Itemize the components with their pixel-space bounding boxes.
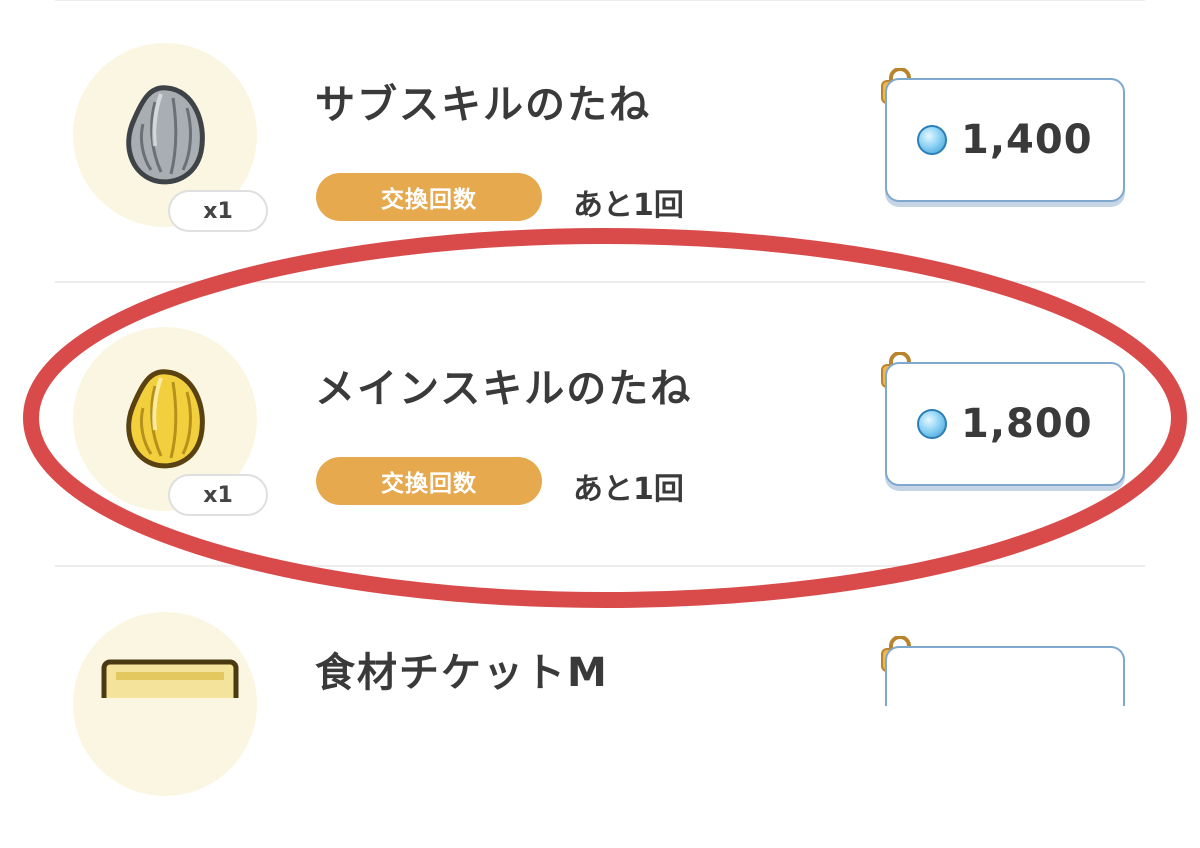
item-title: 食材チケットM [315, 650, 609, 696]
exchange-item-main-skill-seed[interactable]: x1 メインスキルのたね 交換回数 あと1回 1,800 [0, 284, 1200, 564]
divider [55, 565, 1145, 567]
exchange-count-badge: 交換回数 [316, 457, 542, 505]
quantity-badge: x1 [168, 474, 268, 516]
divider [55, 281, 1145, 283]
exchange-item-sub-skill-seed[interactable]: x1 サブスキルのたね 交換回数 あと1回 1,400 [0, 0, 1200, 280]
dream-shard-icon [917, 409, 947, 439]
dream-shard-icon [917, 125, 947, 155]
remaining-count: あと1回 [573, 188, 684, 223]
gray-seed-icon [126, 85, 205, 185]
exchange-item-ingredient-ticket-m[interactable]: 食材チケットM [0, 568, 1200, 848]
remaining-count: あと1回 [573, 472, 684, 507]
exchange-price-button[interactable]: 1,800 [885, 362, 1125, 486]
price-value: 1,400 [961, 117, 1093, 163]
exchange-item-list: x1 サブスキルのたね 交換回数 あと1回 1,400 x1 メインスキルのたね… [0, 0, 1200, 796]
exchange-count-badge: 交換回数 [316, 173, 542, 221]
quantity-badge: x1 [168, 190, 268, 232]
ticket-icon [101, 659, 239, 698]
gold-seed-icon [126, 369, 205, 469]
exchange-price-button[interactable]: 1,400 [885, 78, 1125, 202]
price-value: 1,800 [961, 401, 1093, 447]
item-title: メインスキルのたね [315, 366, 693, 412]
item-icon-background [73, 612, 257, 796]
item-title: サブスキルのたね [315, 82, 651, 128]
exchange-price-button[interactable] [885, 646, 1125, 706]
